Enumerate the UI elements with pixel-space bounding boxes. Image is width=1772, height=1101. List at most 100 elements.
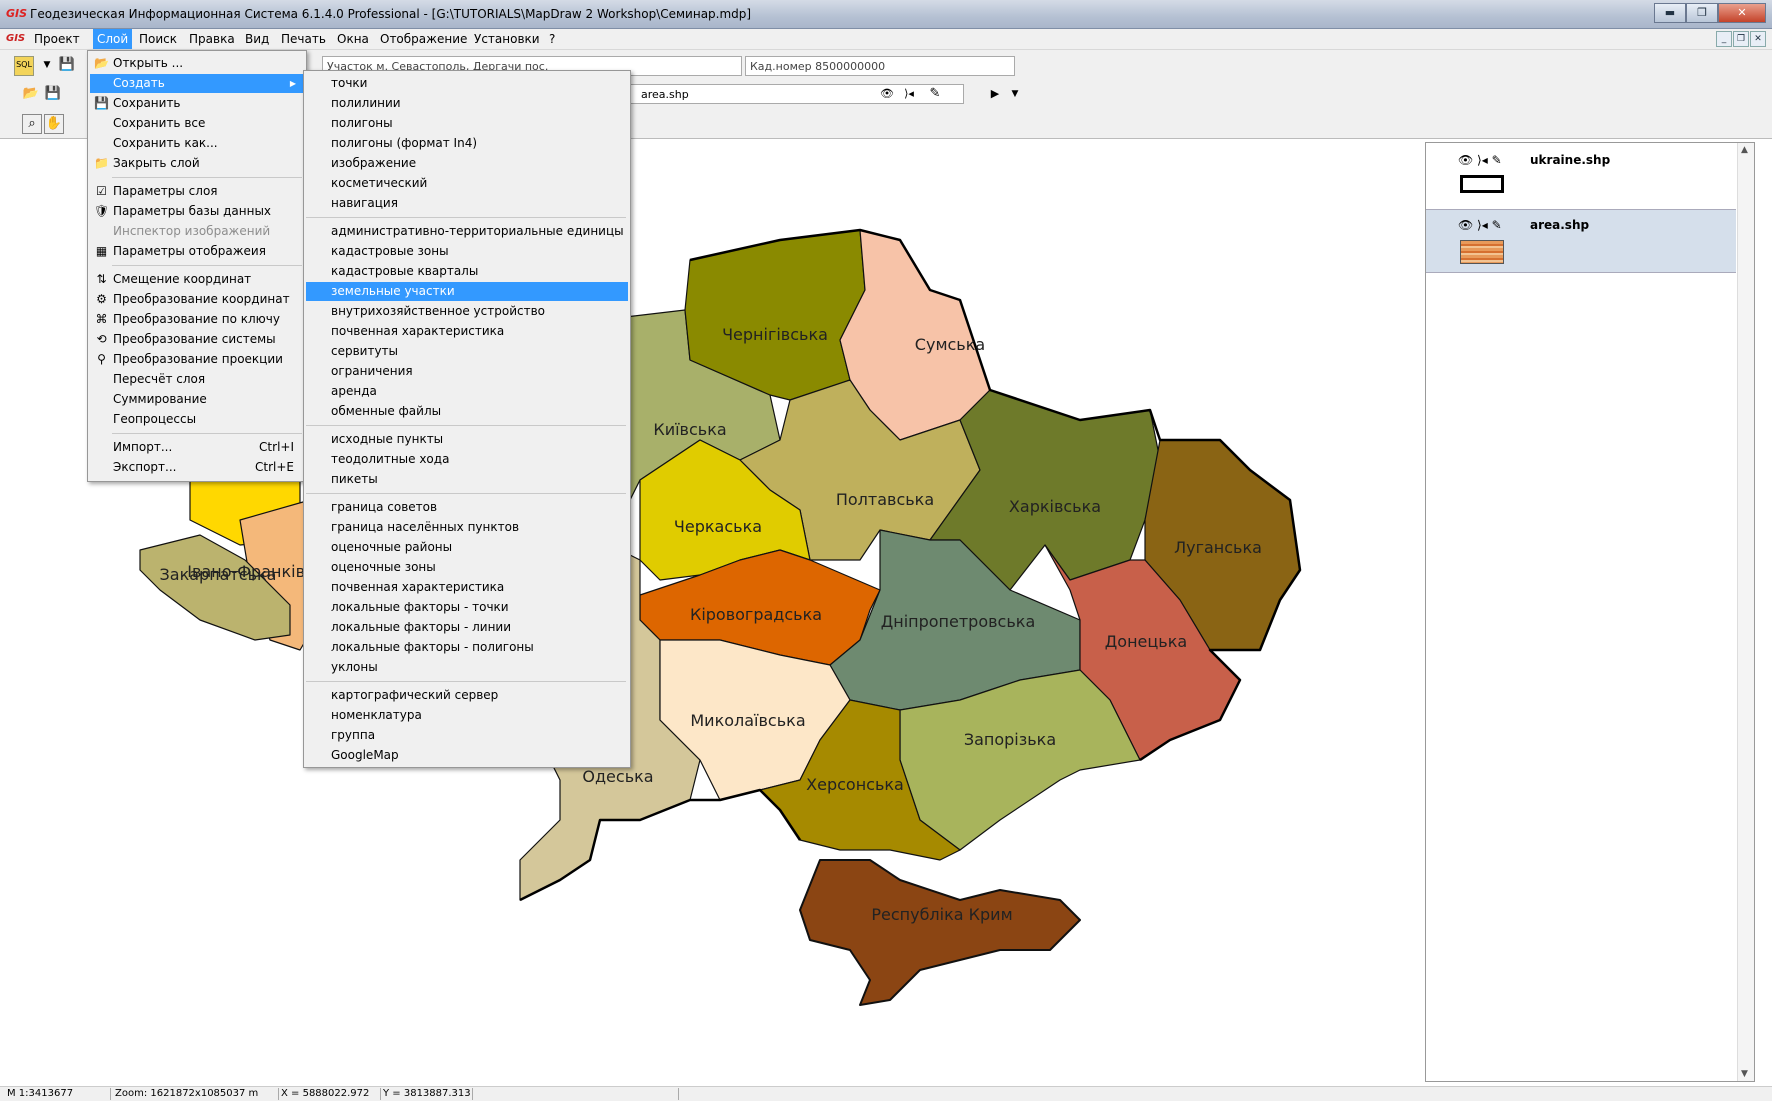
create-menu-item-15[interactable]: аренда <box>306 382 628 401</box>
create-menu-item-6[interactable]: навигация <box>306 194 628 213</box>
menu-help[interactable]: ? <box>549 32 555 46</box>
create-menu-item-16[interactable]: обменные файлы <box>306 402 628 421</box>
edit-pencil-icon[interactable]: ✎ <box>926 85 944 103</box>
save-icon[interactable]: 💾 <box>58 56 76 74</box>
mdi-restore-button[interactable]: ❐ <box>1733 31 1749 47</box>
menu-settings[interactable]: Установки <box>474 32 540 46</box>
create-menu-item-22[interactable]: оценочные районы <box>306 538 628 557</box>
layers-scrollbar[interactable]: ▲ ▼ <box>1737 143 1754 1081</box>
pointer-icon[interactable]: ▶ <box>986 85 1004 103</box>
layer-menu-item-0[interactable]: 📂 Открыть ... <box>90 54 304 73</box>
zoom-tool-icon[interactable]: ⌕ <box>22 114 42 134</box>
create-menu-item-30[interactable]: номенклатура <box>306 706 628 725</box>
create-menu-item-32[interactable]: GoogleMap <box>306 746 628 765</box>
layer-menu-item-7[interactable]: 🛡 Параметры базы данных <box>90 202 304 221</box>
create-menu-item-21[interactable]: граница населённых пунктов <box>306 518 628 537</box>
layer-menu-item-11[interactable]: ⚙ Преобразование координат <box>90 290 304 309</box>
create-menu-item-19[interactable]: пикеты <box>306 470 628 489</box>
close-button[interactable]: ✕ <box>1718 3 1766 23</box>
create-menu-item-28[interactable]: уклоны <box>306 658 628 677</box>
layer-item-area[interactable]: 👁 ⟩◂ ✎ area.shp <box>1426 209 1736 273</box>
window-controls: ▬ ❐ ✕ <box>1654 3 1766 23</box>
create-menu-item-27[interactable]: локальные факторы - полигоны <box>306 638 628 657</box>
create-menu-item-29[interactable]: картографический сервер <box>306 686 628 705</box>
create-menu-item-23[interactable]: оценочные зоны <box>306 558 628 577</box>
mdi-close-button[interactable]: ✕ <box>1750 31 1766 47</box>
create-menu-item-31[interactable]: группа <box>306 726 628 745</box>
system-transform-icon: ⟲ <box>96 332 107 346</box>
layer-menu-item-10[interactable]: ⇅ Смещение координат <box>90 270 304 289</box>
layer-menu-item-label: Пересчёт слоя <box>113 372 206 386</box>
layer-menu-item-label: Параметры базы данных <box>113 204 272 218</box>
menu-print[interactable]: Печать <box>281 32 326 46</box>
create-menu-item-4[interactable]: изображение <box>306 154 628 173</box>
create-menu-item-17[interactable]: исходные пункты <box>306 430 628 449</box>
menu-edit[interactable]: Правка <box>189 32 235 46</box>
menu-windows[interactable]: Окна <box>337 32 369 46</box>
layer-item-ukraine[interactable]: 👁 ⟩◂ ✎ ukraine.shp <box>1426 145 1736 207</box>
layer-state-icons[interactable]: 👁 ⟩◂ ✎ <box>1458 218 1502 232</box>
scroll-up-icon[interactable]: ▲ <box>1741 145 1748 155</box>
layer-menu-item-15[interactable]: Пересчёт слоя <box>90 370 304 389</box>
menu-view[interactable]: Вид <box>245 32 269 46</box>
create-menu-item-1[interactable]: полилинии <box>306 94 628 113</box>
create-menu-item-label: полигоны (формат In4) <box>331 136 478 150</box>
layer-menu-item-12[interactable]: ⌘ Преобразование по ключу <box>90 310 304 329</box>
open-icon[interactable]: 📂 <box>22 85 40 103</box>
region-label: Луганська <box>1174 538 1262 557</box>
layer-menu-item-2[interactable]: 💾 Сохранить <box>90 94 304 113</box>
layer-combo-value: area.shp <box>641 88 689 101</box>
menu-search[interactable]: Поиск <box>139 32 177 46</box>
create-menu-item-3[interactable]: полигоны (формат In4) <box>306 134 628 153</box>
layer-menu-item-13[interactable]: ⟲ Преобразование системы <box>90 330 304 349</box>
sql-icon[interactable]: SQL <box>14 56 34 76</box>
layer-menu-item-6[interactable]: ☑ Параметры слоя <box>90 182 304 201</box>
layer-menu-item-9[interactable]: ▦ Параметры отображеия <box>90 242 304 261</box>
create-menu-item-14[interactable]: ограничения <box>306 362 628 381</box>
create-menu-item-9[interactable]: кадастровые кварталы <box>306 262 628 281</box>
maximize-button[interactable]: ❐ <box>1686 3 1718 23</box>
create-menu-item-2[interactable]: полигоны <box>306 114 628 133</box>
region-label: Кіровоградська <box>690 605 822 624</box>
layer-menu-item-label: Сохранить как... <box>113 136 218 150</box>
layer-menu-item-18[interactable]: Импорт... Ctrl+I <box>90 438 304 457</box>
region-label: Херсонська <box>806 775 904 794</box>
create-menu-item-18[interactable]: теодолитные хода <box>306 450 628 469</box>
mdi-minimize-button[interactable]: _ <box>1716 31 1732 47</box>
create-menu-item-12[interactable]: почвенная характеристика <box>306 322 628 341</box>
layer-menu-item-16[interactable]: Суммирование <box>90 390 304 409</box>
dropdown-arrow-icon[interactable]: ▼ <box>38 56 56 74</box>
create-menu-item-11[interactable]: внутрихозяйственное устройство <box>306 302 628 321</box>
layer-state-icons[interactable]: 👁 ⟩◂ ✎ <box>1458 153 1502 167</box>
select-arrows-icon[interactable]: ⟩◂ <box>900 85 918 103</box>
region-crimea <box>799 859 1081 1006</box>
layer-menu-item-4[interactable]: Сохранить как... <box>90 134 304 153</box>
layer-menu-item-14[interactable]: ⚲ Преобразование проекции <box>90 350 304 369</box>
minimize-button[interactable]: ▬ <box>1654 3 1686 23</box>
layer-menu-item-1[interactable]: Создать ▶ <box>90 74 304 93</box>
layer-menu-item-17[interactable]: Геопроцессы <box>90 410 304 429</box>
layer-menu-item-3[interactable]: Сохранить все <box>90 114 304 133</box>
layer-menu-item-label: Создать <box>113 76 165 90</box>
create-menu-item-5[interactable]: косметический <box>306 174 628 193</box>
create-menu-item-25[interactable]: локальные факторы - точки <box>306 598 628 617</box>
create-menu-item-26[interactable]: локальные факторы - линии <box>306 618 628 637</box>
create-menu-item-24[interactable]: почвенная характеристика <box>306 578 628 597</box>
pan-tool-icon[interactable]: ✋ <box>44 114 64 134</box>
menu-layer[interactable]: Слой <box>93 29 133 49</box>
scroll-down-icon[interactable]: ▼ <box>1741 1069 1748 1079</box>
create-menu-item-0[interactable]: точки <box>306 74 628 93</box>
menu-project[interactable]: Проект <box>34 32 80 46</box>
pointer-dropdown-icon[interactable]: ▼ <box>1006 85 1024 103</box>
create-menu-item-label: оценочные районы <box>331 540 453 554</box>
layer-menu-item-19[interactable]: Экспорт... Ctrl+E <box>90 458 304 477</box>
create-menu-item-7[interactable]: административно-территориальные единицы <box>306 222 628 241</box>
create-menu-item-13[interactable]: сервитуты <box>306 342 628 361</box>
save-disk-icon[interactable]: 💾 <box>44 85 62 103</box>
layer-menu-item-5[interactable]: 📁 Закрыть слой <box>90 154 304 173</box>
visibility-eye-icon[interactable]: 👁 <box>878 85 896 103</box>
menu-display[interactable]: Отображение <box>380 32 467 46</box>
create-menu-item-10[interactable]: земельные участки <box>306 282 628 301</box>
create-menu-item-20[interactable]: граница советов <box>306 498 628 517</box>
create-menu-item-8[interactable]: кадастровые зоны <box>306 242 628 261</box>
